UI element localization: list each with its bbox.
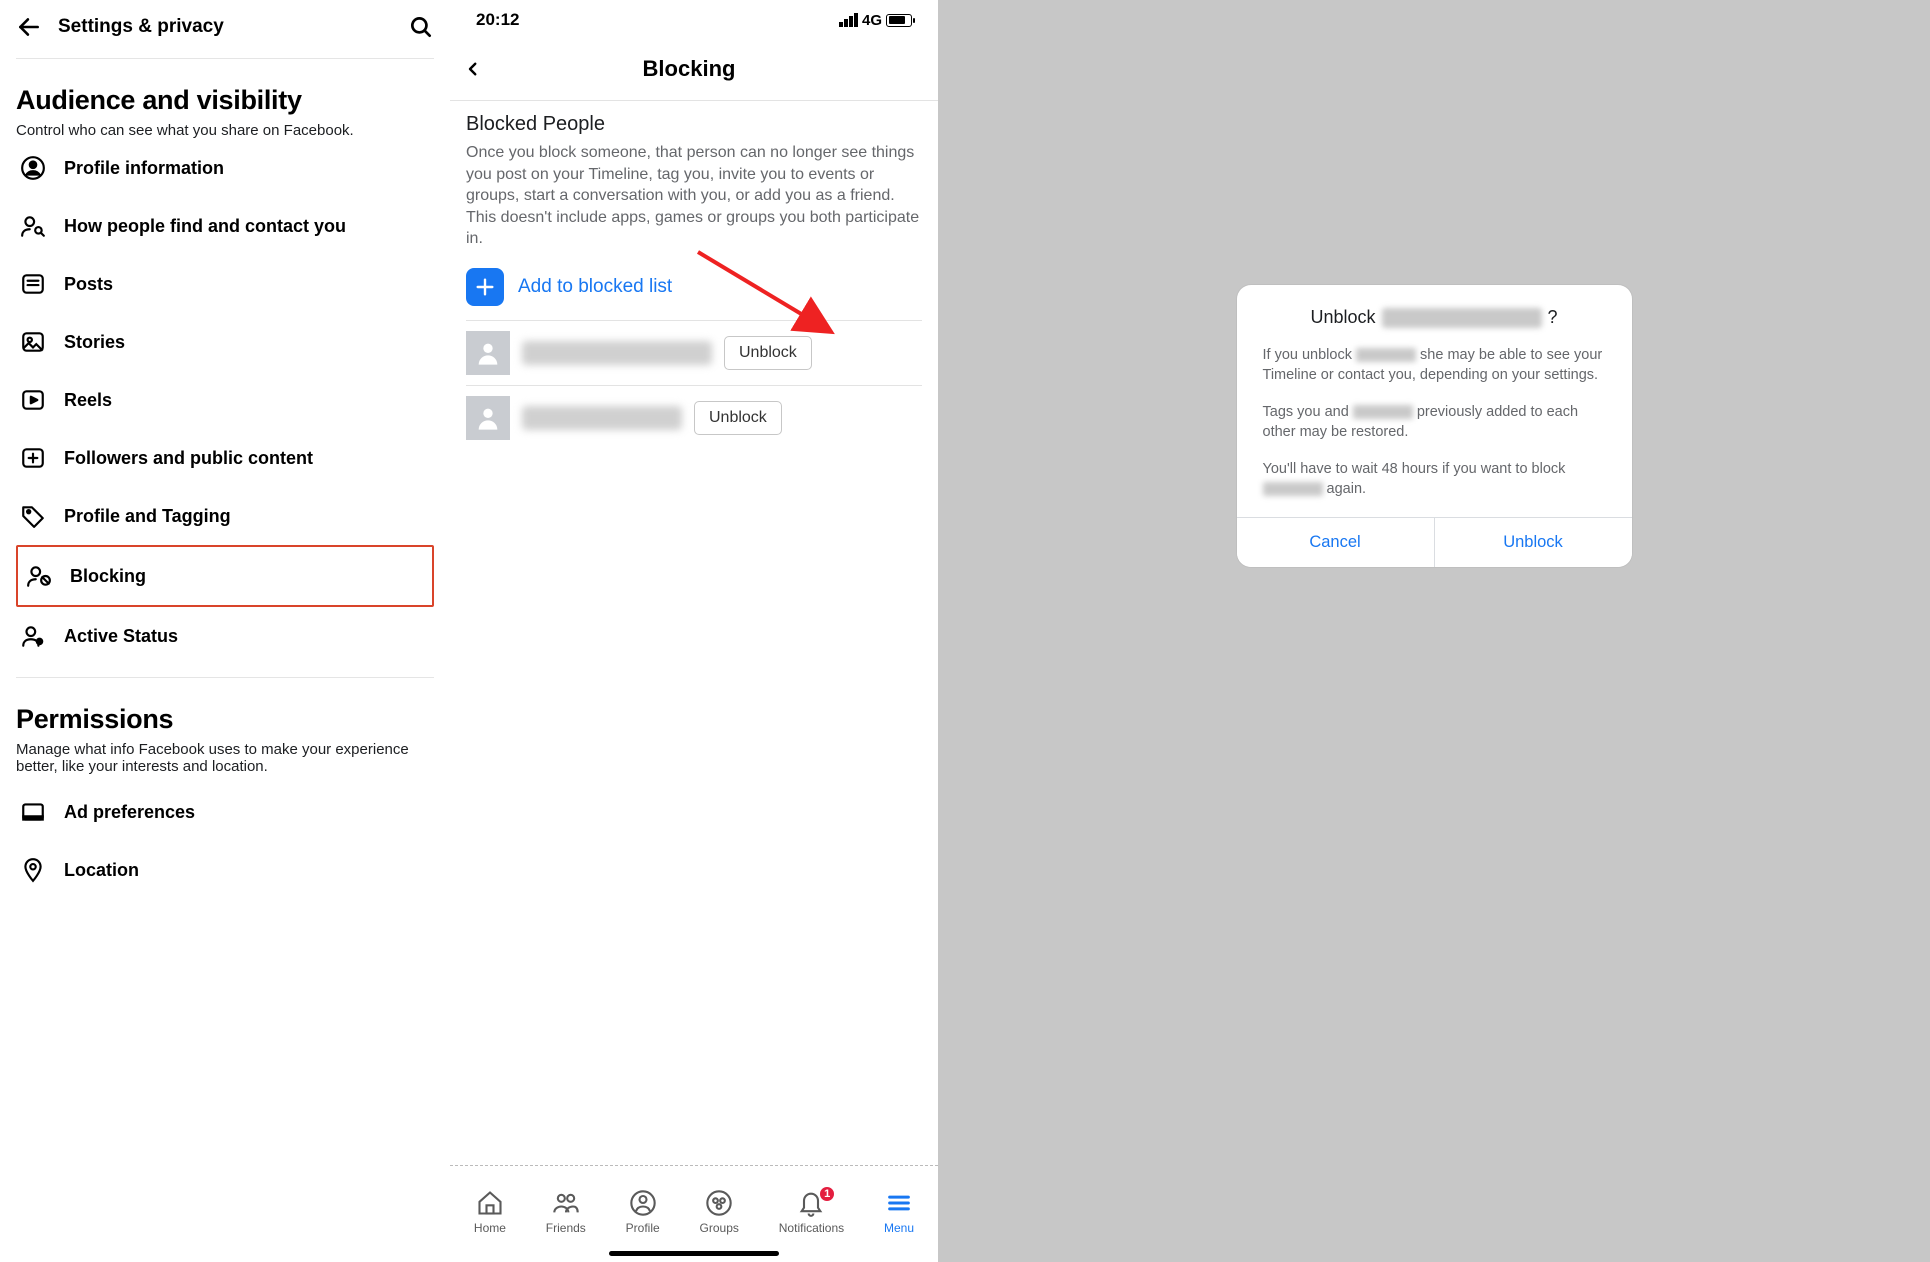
item-blocking[interactable]: Blocking (16, 545, 434, 607)
unblock-dialog: Unblock ? If you unblock she may be able… (1237, 285, 1632, 567)
hamburger-icon (885, 1189, 913, 1217)
back-arrow-icon[interactable] (16, 14, 42, 40)
status-time: 20:12 (476, 10, 519, 30)
item-how-people-find[interactable]: How people find and contact you (16, 197, 434, 255)
redacted-name (1356, 348, 1416, 362)
nav-menu[interactable]: Menu (884, 1189, 914, 1235)
dialog-panel: Unblock ? If you unblock she may be able… (938, 0, 1930, 1262)
settings-panel: Settings & privacy Audience and visibili… (0, 0, 450, 1262)
dialog-title: Unblock ? (1263, 307, 1606, 328)
blocking-header: Blocking (450, 30, 938, 101)
unblock-button[interactable]: Unblock (724, 336, 812, 370)
nav-friends[interactable]: Friends (546, 1189, 586, 1235)
location-icon (20, 857, 46, 883)
person-block-icon (26, 563, 52, 589)
profile-icon (629, 1189, 657, 1217)
person-search-icon (20, 213, 46, 239)
search-icon[interactable] (408, 14, 434, 40)
followers-icon (20, 445, 46, 471)
settings-header: Settings & privacy (16, 10, 434, 59)
item-followers[interactable]: Followers and public content (16, 429, 434, 487)
dialog-paragraph-2: Tags you and previously added to each ot… (1263, 403, 1606, 442)
stories-icon (20, 329, 46, 355)
avatar-placeholder-icon (466, 331, 510, 375)
permissions-section-sub: Manage what info Facebook uses to make y… (16, 741, 434, 775)
item-location[interactable]: Location (16, 841, 434, 899)
back-chevron-icon[interactable] (464, 56, 482, 82)
item-stories[interactable]: Stories (16, 313, 434, 371)
audience-section-title: Audience and visibility (16, 85, 434, 116)
blocked-people-desc: Once you block someone, that person can … (466, 142, 922, 250)
unblock-button[interactable]: Unblock (694, 401, 782, 435)
notification-badge: 1 (818, 1185, 836, 1203)
plus-icon (466, 268, 504, 306)
item-profile-tagging[interactable]: Profile and Tagging (16, 487, 434, 545)
network-label: 4G (862, 12, 882, 29)
avatar-placeholder-icon (466, 396, 510, 440)
posts-icon (20, 271, 46, 297)
ad-icon (20, 799, 46, 825)
cancel-button[interactable]: Cancel (1237, 518, 1434, 567)
item-ad-preferences[interactable]: Ad preferences (16, 783, 434, 841)
nav-home[interactable]: Home (474, 1189, 506, 1235)
redacted-name (1353, 405, 1413, 419)
groups-icon (705, 1189, 733, 1217)
blocked-name-redacted (522, 341, 712, 365)
home-icon (476, 1189, 504, 1217)
add-blocked-label: Add to blocked list (518, 276, 672, 298)
blocked-row: Unblock (466, 321, 922, 386)
tag-icon (20, 503, 46, 529)
blocked-list: Unblock Unblock (466, 320, 922, 450)
audience-section-sub: Control who can see what you share on Fa… (16, 122, 434, 139)
status-right: 4G (839, 12, 912, 29)
nav-notifications[interactable]: 1 Notifications (779, 1189, 844, 1235)
redacted-name (1263, 482, 1323, 496)
item-posts[interactable]: Posts (16, 255, 434, 313)
signal-icon (839, 13, 858, 27)
torn-edge (450, 1165, 938, 1179)
dialog-paragraph-3: You'll have to wait 48 hours if you want… (1263, 460, 1606, 499)
item-active-status[interactable]: Active Status (16, 607, 434, 665)
nav-profile[interactable]: Profile (626, 1189, 660, 1235)
divider (16, 677, 434, 678)
dialog-actions: Cancel Unblock (1237, 517, 1632, 567)
person-circle-icon (20, 155, 46, 181)
status-bar: 20:12 4G (450, 0, 938, 30)
unblock-confirm-button[interactable]: Unblock (1434, 518, 1632, 567)
friends-icon (552, 1189, 580, 1217)
item-profile-information[interactable]: Profile information (16, 139, 434, 197)
blocked-row: Unblock (466, 386, 922, 450)
blocking-title: Blocking (482, 56, 896, 82)
active-status-icon (20, 623, 46, 649)
blocked-name-redacted (522, 406, 682, 430)
dialog-paragraph-1: If you unblock she may be able to see yo… (1263, 346, 1606, 385)
battery-icon (886, 14, 912, 27)
home-indicator (609, 1251, 779, 1256)
nav-groups[interactable]: Groups (700, 1189, 739, 1235)
add-to-blocked-list[interactable]: Add to blocked list (466, 250, 922, 320)
blocked-people-title: Blocked People (466, 113, 922, 136)
reels-icon (20, 387, 46, 413)
settings-header-title: Settings & privacy (58, 16, 392, 38)
redacted-name (1382, 308, 1542, 328)
item-reels[interactable]: Reels (16, 371, 434, 429)
bottom-nav: Home Friends Profile Groups 1 Notificati… (450, 1179, 938, 1241)
blocking-screen: 20:12 4G Blocking Blocked People Once yo… (450, 0, 938, 1262)
permissions-section-title: Permissions (16, 704, 434, 735)
